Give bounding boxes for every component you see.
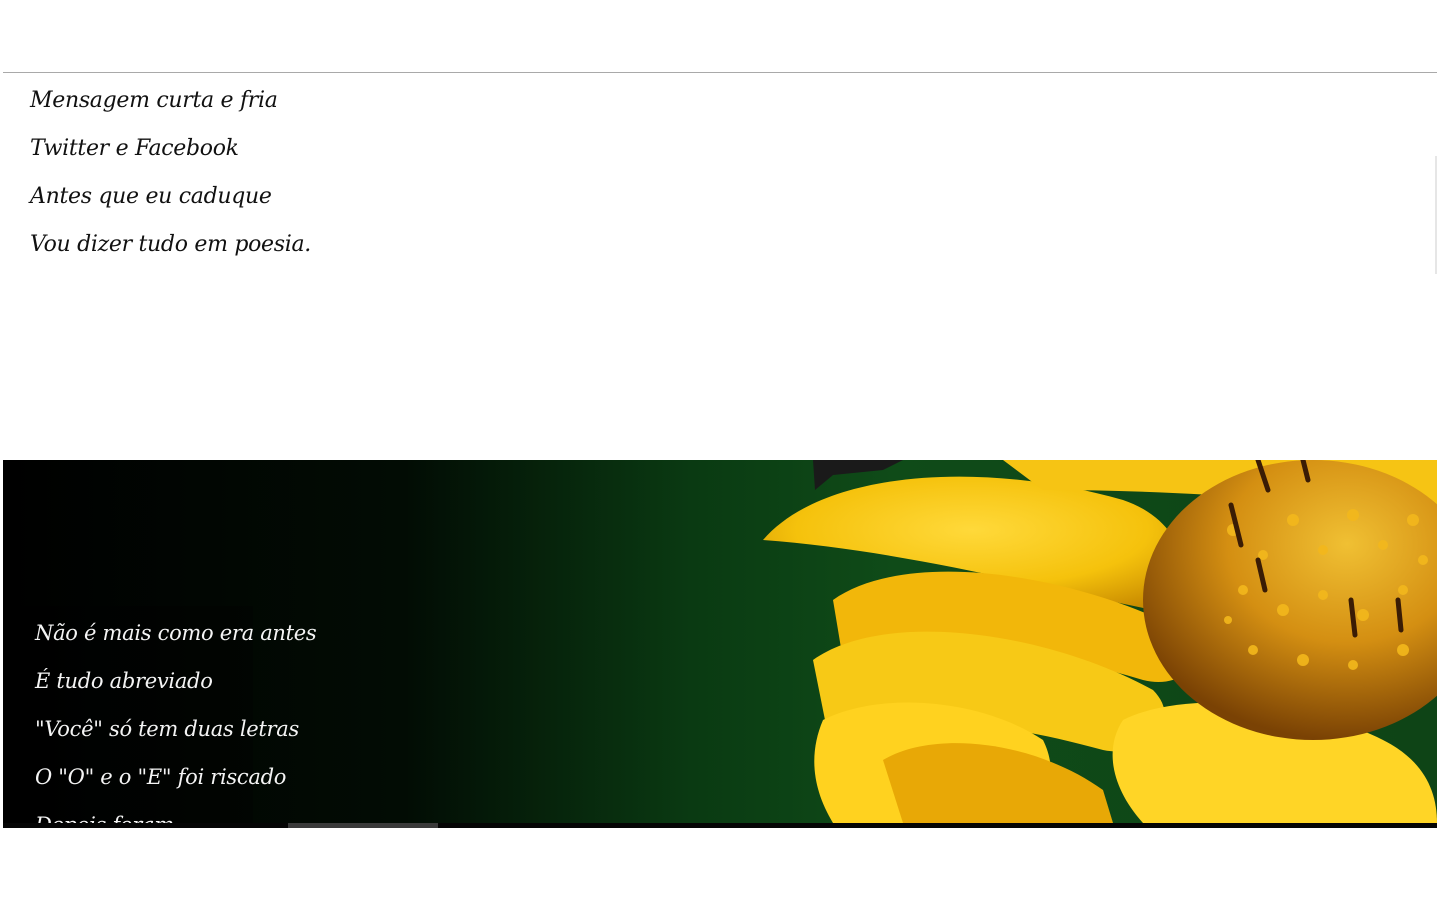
page: Mensagem curta e fria Twitter e Facebook… [0,0,1440,900]
poem-stanza-banner: Não é mais como era antes É tudo abrevia… [35,616,317,828]
banner-scrollbar-track[interactable] [3,823,1437,828]
poem-stanza-top: Mensagem curta e fria Twitter e Facebook… [30,84,311,276]
banner-scrollbar-thumb[interactable] [288,823,438,828]
poem-line: É tudo abreviado [35,669,213,693]
poem-line: Vou dizer tudo em poesia. [30,232,312,257]
flower-banner: Não é mais como era antes É tudo abrevia… [3,460,1437,828]
right-edge-marker [1435,156,1437,274]
poem-line: Antes que eu caduque [30,184,272,209]
poem-line: Mensagem curta e fria [30,88,278,113]
poem-line: Twitter e Facebook [30,136,239,161]
poem-line: O "O" e o "E" foi riscado [35,765,287,789]
top-divider [3,72,1437,73]
poem-line: Não é mais como era antes [35,621,317,645]
poem-line: "Você" só tem duas letras [35,717,299,741]
